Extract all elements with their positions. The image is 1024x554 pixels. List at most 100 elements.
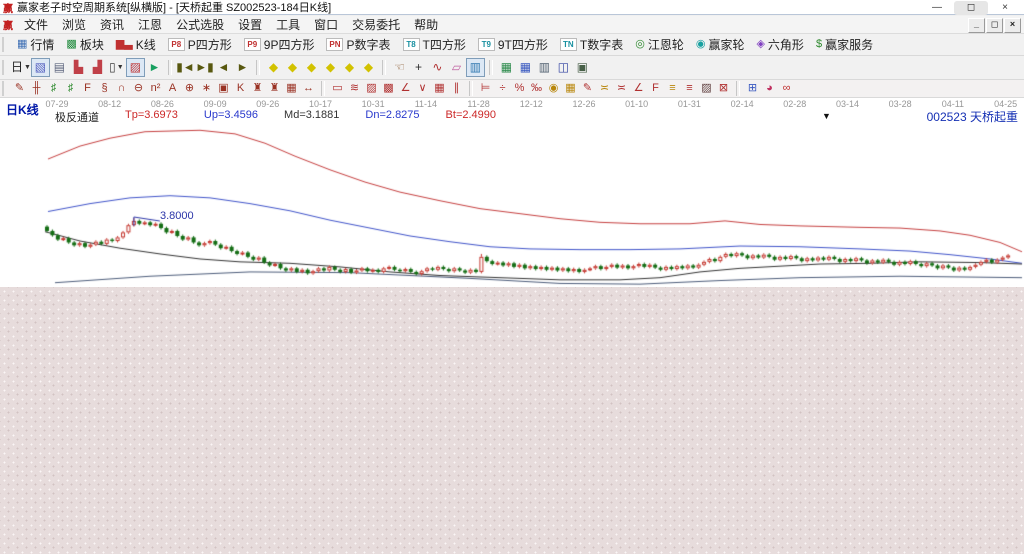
target-circle-icon[interactable]: ⊕ <box>181 81 198 96</box>
grid-window-icon[interactable]: ⊞ <box>744 81 761 96</box>
t9-square-button[interactable]: T99T四方形 <box>472 36 554 53</box>
color-wheel-icon[interactable]: ◕ <box>761 81 778 96</box>
calendar-icon[interactable]: ▦ <box>497 58 516 77</box>
menu-item-4[interactable]: 公式选股 <box>169 16 231 33</box>
menu-item-5[interactable]: 设置 <box>231 16 269 33</box>
winner-service-button[interactable]: $赢家服务 <box>810 36 879 53</box>
cycle-circle-icon[interactable]: ⊖ <box>130 81 147 96</box>
percent-slash-icon[interactable]: ÷ <box>494 81 511 96</box>
expand-all-icon[interactable]: ◆ <box>359 58 378 77</box>
shade-box2-icon[interactable]: ▩ <box>380 81 397 96</box>
gann-wheel-button[interactable]: ◎江恩轮 <box>629 36 690 53</box>
t-square-button[interactable]: T8T四方形 <box>397 36 472 53</box>
compare-bars-icon[interactable]: ⊨ <box>477 81 494 96</box>
gann-grid2-icon[interactable]: ♯ <box>62 81 79 96</box>
prev-bar-icon[interactable]: ◄ <box>214 58 233 77</box>
volume-bars-icon[interactable]: ▙ <box>69 58 88 77</box>
p9-square-button[interactable]: P99P四方形 <box>238 36 321 53</box>
fan-lines-icon[interactable]: ≋ <box>346 81 363 96</box>
menu-item-8[interactable]: 交易委托 <box>345 16 407 33</box>
tower2-icon[interactable]: ♜ <box>266 81 283 96</box>
mdi-minimize-button[interactable]: _ <box>968 18 985 33</box>
fe-lines-icon[interactable]: F <box>647 81 664 96</box>
dense-grid-icon[interactable]: ▦ <box>283 81 300 96</box>
f-ruler-icon[interactable]: F <box>79 81 96 96</box>
note-tool-icon[interactable]: ▱ <box>447 58 466 77</box>
export-icon[interactable]: ▣ <box>573 58 592 77</box>
next-bar-icon[interactable]: ► <box>233 58 252 77</box>
menu-item-6[interactable]: 工具 <box>269 16 307 33</box>
n-square-icon[interactable]: n² <box>147 81 164 96</box>
menu-item-9[interactable]: 帮助 <box>407 16 445 33</box>
angle-a-icon[interactable]: A <box>164 81 181 96</box>
zoom-right-icon[interactable]: ◆ <box>283 58 302 77</box>
menu-item-2[interactable]: 资讯 <box>93 16 131 33</box>
first-bar-icon[interactable]: ▮◄ <box>176 58 195 77</box>
last-bar-icon[interactable]: ►▮ <box>195 58 214 77</box>
gold-grid-icon[interactable]: ▦ <box>562 81 579 96</box>
menu-item-1[interactable]: 浏览 <box>55 16 93 33</box>
menu-item-0[interactable]: 文件 <box>17 16 55 33</box>
save-icon[interactable]: ◫ <box>554 58 573 77</box>
shade-box-icon[interactable]: ▨ <box>363 81 380 96</box>
hatch-grid-icon[interactable]: ╫ <box>28 81 45 96</box>
p-table-button[interactable]: PNP数字表 <box>320 36 396 53</box>
menu-item-7[interactable]: 窗口 <box>307 16 345 33</box>
quotes-button[interactable]: ▦行情 <box>11 36 60 53</box>
period-day-dropdown[interactable]: 日▼ <box>11 58 31 77</box>
amount-bars-icon[interactable]: ▟ <box>88 58 107 77</box>
minimize-button[interactable]: — <box>920 1 954 15</box>
gold-coin-icon[interactable]: ◉ <box>545 81 562 96</box>
red-balance-icon[interactable]: ≍ <box>613 81 630 96</box>
mdi-close-button[interactable]: × <box>1004 18 1021 33</box>
ten-pen-icon[interactable]: ✎ <box>579 81 596 96</box>
chart-x-icon[interactable]: ⊠ <box>715 81 732 96</box>
flower-wheel-icon[interactable]: ∗ <box>198 81 215 96</box>
zoom-left-icon[interactable]: ◆ <box>264 58 283 77</box>
slash-lines-icon[interactable]: ∥ <box>448 81 465 96</box>
close-button[interactable]: × <box>988 1 1022 15</box>
sectors-button[interactable]: ▩板块 <box>60 36 109 53</box>
t-table-button[interactable]: TNT数字表 <box>554 36 629 53</box>
hexagon-button[interactable]: ◈六角形 <box>750 36 809 53</box>
region-select-icon[interactable]: ▥ <box>466 58 485 77</box>
mdi-restore-button[interactable]: ◻ <box>986 18 1003 33</box>
rise-angle-icon[interactable]: ∠ <box>630 81 647 96</box>
info-panel-icon[interactable]: ▤ <box>50 58 69 77</box>
expand-right-icon[interactable]: ◆ <box>321 58 340 77</box>
draw-brush-icon[interactable]: ✎ <box>11 81 28 96</box>
arc-tool-icon[interactable]: ∩ <box>113 81 130 96</box>
tower-icon[interactable]: ♜ <box>249 81 266 96</box>
kline-button[interactable]: ▆▃K线 <box>110 36 162 53</box>
red-box-icon[interactable]: ▭ <box>329 81 346 96</box>
gold-balance-icon[interactable]: ≍ <box>596 81 613 96</box>
memo-icon[interactable]: ▥ <box>535 58 554 77</box>
kline-canvas[interactable] <box>0 98 1024 287</box>
paint-flag-icon[interactable]: ► <box>145 58 164 77</box>
gann-grid-icon[interactable]: ♯ <box>45 81 62 96</box>
dark-box-icon[interactable]: ▨ <box>698 81 715 96</box>
menu-item-3[interactable]: 江恩 <box>131 16 169 33</box>
kline-frame-icon[interactable]: ▨ <box>126 58 145 77</box>
red-steps-icon[interactable]: ≡ <box>681 81 698 96</box>
trendline-tool-icon[interactable]: ∿ <box>428 58 447 77</box>
winner-wheel-button[interactable]: ◉赢家轮 <box>690 36 751 53</box>
permille-icon[interactable]: ‰ <box>528 81 545 96</box>
expand-left-icon[interactable]: ◆ <box>302 58 321 77</box>
restore-button[interactable]: ◻ <box>954 1 988 15</box>
chart-overlay-icon[interactable]: ▧ <box>31 58 50 77</box>
calculator-icon[interactable]: ▦ <box>516 58 535 77</box>
grid-lines-icon[interactable]: ▦ <box>431 81 448 96</box>
candle-style-dropdown[interactable]: ▯▼ <box>107 58 126 77</box>
image-box-icon[interactable]: ▣ <box>215 81 232 96</box>
width-adjust-icon[interactable]: ↔ <box>300 81 317 96</box>
hand-tool-icon[interactable]: ☜ <box>390 58 409 77</box>
angle-lines-icon[interactable]: ∠ <box>397 81 414 96</box>
k-note-icon[interactable]: K <box>232 81 249 96</box>
percent-icon[interactable]: % <box>511 81 528 96</box>
expand-vert-icon[interactable]: ◆ <box>340 58 359 77</box>
p-square-button[interactable]: P8P四方形 <box>162 36 238 53</box>
infinity-icon[interactable]: ∞ <box>778 81 795 96</box>
check-lines-icon[interactable]: ∨ <box>414 81 431 96</box>
five-elements-icon[interactable]: § <box>96 81 113 96</box>
